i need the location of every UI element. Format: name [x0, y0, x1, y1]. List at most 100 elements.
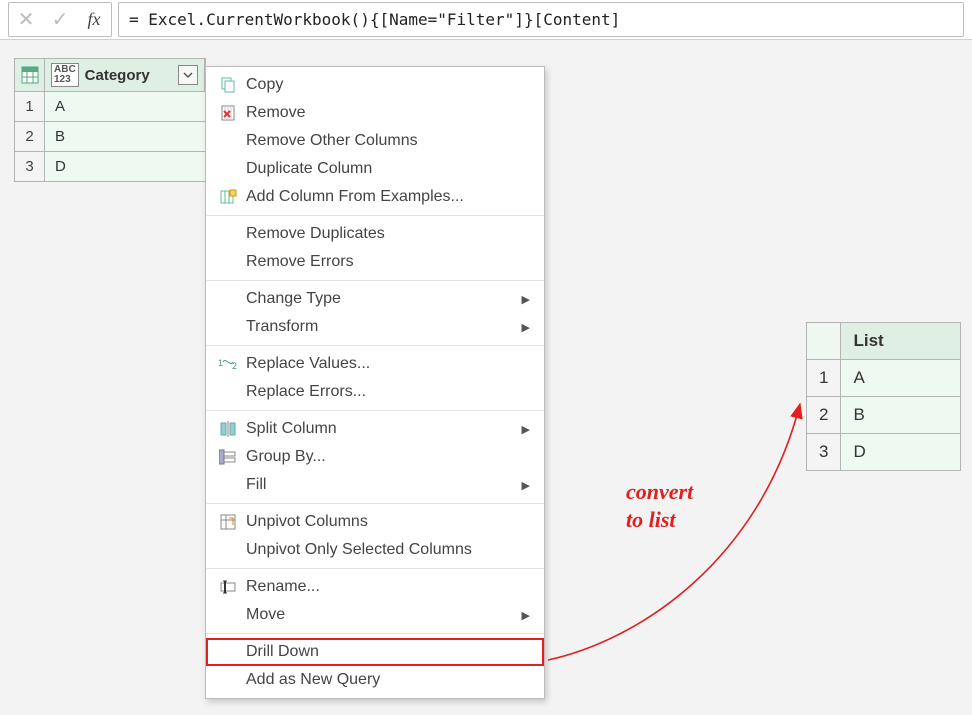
- menu-separator: [206, 503, 544, 504]
- submenu-arrow-icon: ▶: [522, 321, 530, 334]
- rename-icon: [214, 578, 242, 596]
- column-filter-button[interactable]: [178, 65, 198, 85]
- confirm-formula-icon[interactable]: ✓: [49, 3, 71, 36]
- menu-item-duplicate-column[interactable]: Duplicate Column: [206, 155, 544, 183]
- menu-item-label: Unpivot Only Selected Columns: [242, 541, 534, 559]
- menu-item-remove-duplicates[interactable]: Remove Duplicates: [206, 220, 544, 248]
- submenu-arrow-icon: ▶: [522, 293, 530, 306]
- menu-item-label: Rename...: [242, 578, 534, 596]
- formula-text: = Excel.CurrentWorkbook(){[Name="Filter"…: [129, 10, 620, 29]
- row-number: 1: [15, 92, 45, 122]
- table-row[interactable]: 2 B: [807, 397, 961, 434]
- menu-item-label: Remove Duplicates: [242, 225, 534, 243]
- menu-item-remove-other-columns[interactable]: Remove Other Columns: [206, 127, 544, 155]
- menu-item-unpivot-only-selected-columns[interactable]: Unpivot Only Selected Columns: [206, 536, 544, 564]
- menu-item-label: Group By...: [242, 448, 534, 466]
- menu-item-label: Move: [242, 606, 522, 624]
- list-corner: [807, 323, 841, 360]
- menu-item-label: Change Type: [242, 290, 522, 308]
- menu-item-drill-down[interactable]: Drill Down: [206, 638, 544, 666]
- table-row[interactable]: 1 A: [807, 360, 961, 397]
- group-icon: [214, 448, 242, 466]
- fx-icon[interactable]: fx: [83, 3, 105, 36]
- menu-item-label: Add as New Query: [242, 671, 534, 689]
- menu-item-label: Replace Values...: [242, 355, 534, 373]
- menu-item-label: Remove Other Columns: [242, 132, 534, 150]
- menu-item-label: Split Column: [242, 420, 522, 438]
- annotation-line-2: to list: [626, 506, 693, 534]
- table-corner-icon[interactable]: [15, 59, 45, 92]
- menu-item-split-column[interactable]: Split Column▶: [206, 415, 544, 443]
- submenu-arrow-icon: ▶: [522, 609, 530, 622]
- list-table: List 1 A2 B3 D: [806, 322, 961, 471]
- menu-separator: [206, 568, 544, 569]
- row-number: 1: [807, 360, 841, 397]
- menu-separator: [206, 280, 544, 281]
- table-row[interactable]: 3 D: [807, 434, 961, 471]
- menu-item-fill[interactable]: Fill▶: [206, 471, 544, 499]
- menu-item-label: Remove: [242, 104, 534, 122]
- cell-value[interactable]: A: [45, 92, 206, 122]
- formula-bar: ✕ ✓ fx = Excel.CurrentWorkbook(){[Name="…: [0, 0, 972, 40]
- context-menu: Copy Remove Remove Other Columns Duplicate …: [205, 66, 545, 699]
- menu-item-replace-values[interactable]: 12Replace Values...: [206, 350, 544, 378]
- menu-item-add-column-from-examples[interactable]: Add Column From Examples...: [206, 183, 544, 211]
- row-number: 3: [807, 434, 841, 471]
- menu-item-remove-errors[interactable]: Remove Errors: [206, 248, 544, 276]
- menu-item-change-type[interactable]: Change Type▶: [206, 285, 544, 313]
- menu-separator: [206, 633, 544, 634]
- menu-item-label: Copy: [242, 76, 534, 94]
- cell-value[interactable]: D: [841, 434, 961, 471]
- menu-item-transform[interactable]: Transform▶: [206, 313, 544, 341]
- column-header[interactable]: ABC 123 Category: [45, 59, 206, 92]
- svg-text:1: 1: [218, 358, 223, 368]
- menu-item-label: Remove Errors: [242, 253, 534, 271]
- formula-controls: ✕ ✓ fx: [8, 2, 112, 37]
- menu-item-label: Add Column From Examples...: [242, 188, 534, 206]
- cell-value[interactable]: A: [841, 360, 961, 397]
- menu-item-unpivot-columns[interactable]: Unpivot Columns: [206, 508, 544, 536]
- table-row[interactable]: 2 B: [15, 122, 206, 152]
- menu-item-label: Replace Errors...: [242, 383, 534, 401]
- column-header-label: Category: [85, 67, 150, 84]
- remove-icon: [214, 104, 242, 122]
- annotation-line-1: convert: [626, 478, 693, 506]
- svg-text:2: 2: [232, 361, 237, 371]
- menu-item-label: Transform: [242, 318, 522, 336]
- cancel-formula-icon[interactable]: ✕: [15, 3, 37, 36]
- submenu-arrow-icon: ▶: [522, 479, 530, 492]
- row-number: 3: [15, 152, 45, 182]
- column-type-icon[interactable]: ABC 123: [51, 63, 79, 87]
- menu-separator: [206, 410, 544, 411]
- replace-icon: 12: [214, 357, 242, 371]
- menu-item-group-by[interactable]: Group By...: [206, 443, 544, 471]
- menu-item-label: Drill Down: [242, 643, 534, 661]
- formula-input[interactable]: = Excel.CurrentWorkbook(){[Name="Filter"…: [118, 2, 964, 37]
- menu-item-label: Fill: [242, 476, 522, 494]
- menu-item-replace-errors[interactable]: Replace Errors...: [206, 378, 544, 406]
- menu-item-rename[interactable]: Rename...: [206, 573, 544, 601]
- menu-item-label: Duplicate Column: [242, 160, 534, 178]
- cell-value[interactable]: B: [45, 122, 206, 152]
- table-row[interactable]: 3 D: [15, 152, 206, 182]
- row-number: 2: [15, 122, 45, 152]
- add-column-icon: [214, 188, 242, 206]
- menu-separator: [206, 345, 544, 346]
- row-number: 2: [807, 397, 841, 434]
- list-header: List: [841, 323, 961, 360]
- menu-item-label: Unpivot Columns: [242, 513, 534, 531]
- menu-item-remove[interactable]: Remove: [206, 99, 544, 127]
- annotation-text: convert to list: [626, 478, 693, 533]
- unpivot-icon: [214, 513, 242, 531]
- cell-value[interactable]: B: [841, 397, 961, 434]
- split-icon: [214, 420, 242, 438]
- menu-separator: [206, 215, 544, 216]
- submenu-arrow-icon: ▶: [522, 423, 530, 436]
- menu-item-move[interactable]: Move▶: [206, 601, 544, 629]
- table-row[interactable]: 1 A: [15, 92, 206, 122]
- cell-value[interactable]: D: [45, 152, 206, 182]
- menu-item-add-as-new-query[interactable]: Add as New Query: [206, 666, 544, 694]
- data-table: ABC 123 Category 1 A2 B3 D: [14, 58, 206, 182]
- copy-icon: [214, 76, 242, 94]
- menu-item-copy[interactable]: Copy: [206, 71, 544, 99]
